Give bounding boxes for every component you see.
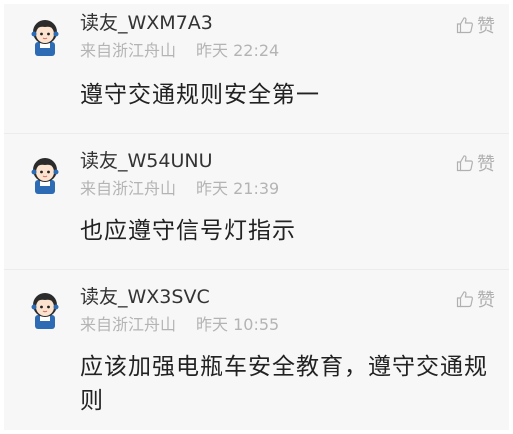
avatar[interactable] — [28, 156, 62, 194]
username[interactable]: 读友_W54UNU — [80, 150, 213, 172]
comment-meta: 来自浙江舟山 昨天 22:24 — [80, 41, 279, 61]
avatar[interactable] — [28, 18, 62, 56]
comment-item: 读友_WXM7A3 来自浙江舟山 昨天 22:24 赞 遵守交通规则安全第一 — [4, 4, 509, 132]
comment-time: 昨天 10:55 — [196, 315, 280, 334]
avatar-cartoon-girl-icon — [31, 20, 59, 56]
avatar[interactable] — [28, 291, 62, 329]
comment-text: 也应遵守信号灯指示 — [80, 218, 296, 244]
comment-time: 昨天 21:39 — [196, 179, 280, 198]
comment-location: 来自浙江舟山 — [80, 315, 177, 334]
comment-meta: 来自浙江舟山 昨天 10:55 — [80, 315, 279, 335]
like-label: 赞 — [477, 16, 495, 37]
comment-location: 来自浙江舟山 — [80, 179, 177, 198]
like-button[interactable]: 赞 — [456, 13, 495, 37]
username[interactable]: 读友_WXM7A3 — [80, 12, 213, 34]
thumbs-up-icon — [456, 17, 473, 34]
avatar-cartoon-girl-icon — [31, 293, 59, 329]
comment-item: 读友_WX3SVC 来自浙江舟山 昨天 10:55 赞 应该加强电瓶车安全教育，遵… — [4, 270, 509, 430]
comment-list: 读友_WXM7A3 来自浙江舟山 昨天 22:24 赞 遵守交通规则安全第一 读… — [4, 4, 509, 430]
like-label: 赞 — [477, 154, 495, 175]
comment-text: 遵守交通规则安全第一 — [80, 82, 320, 108]
username[interactable]: 读友_WX3SVC — [80, 286, 210, 308]
thumbs-up-icon — [456, 291, 473, 308]
comment-meta: 来自浙江舟山 昨天 21:39 — [80, 179, 279, 199]
like-button[interactable]: 赞 — [456, 287, 495, 311]
comment-time: 昨天 22:24 — [196, 41, 280, 60]
comment-location: 来自浙江舟山 — [80, 41, 177, 60]
comment-text: 应该加强电瓶车安全教育，遵守交通规则 — [80, 354, 488, 414]
like-label: 赞 — [477, 290, 495, 311]
comment-item: 读友_W54UNU 来自浙江舟山 昨天 21:39 赞 也应遵守信号灯指示 — [4, 134, 509, 268]
avatar-cartoon-girl-icon — [31, 158, 59, 194]
like-button[interactable]: 赞 — [456, 151, 495, 175]
thumbs-up-icon — [456, 155, 473, 172]
